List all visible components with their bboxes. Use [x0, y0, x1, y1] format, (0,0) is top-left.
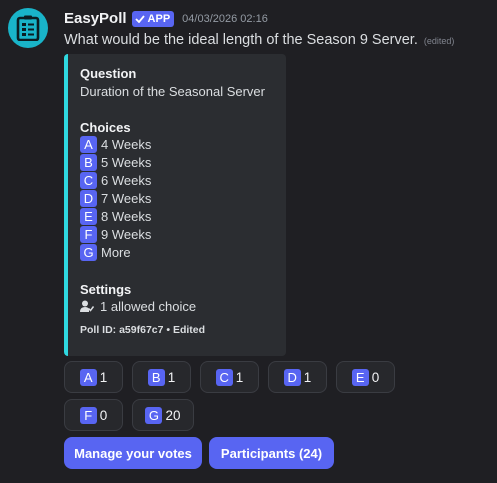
- vote-button-f[interactable]: F0: [64, 399, 123, 431]
- setting-label: 1 allowed choice: [100, 299, 197, 314]
- question-title: Question: [80, 66, 137, 81]
- choice-item: C 6 Weeks: [80, 172, 151, 189]
- choice-letter: G: [80, 244, 97, 261]
- poll-clipboard-icon: [16, 15, 40, 41]
- choices-title: Choices: [80, 120, 131, 135]
- choice-letter: F: [80, 226, 97, 243]
- vote-letter: A: [79, 368, 97, 386]
- vote-button-a[interactable]: A1: [64, 361, 123, 393]
- choice-label: 6 Weeks: [101, 173, 152, 188]
- vote-count: 0: [371, 369, 380, 385]
- vote-letter: F: [79, 406, 97, 424]
- vote-button-c[interactable]: C1: [200, 361, 259, 393]
- vote-button-b[interactable]: B1: [132, 361, 191, 393]
- edited-label: (edited): [423, 36, 455, 46]
- setting-allowed-choices: 1 allowed choice: [80, 299, 196, 314]
- choice-letter: A: [80, 136, 97, 153]
- message-text: What would be the ideal length of the Se…: [64, 32, 494, 48]
- vote-count: 1: [99, 369, 108, 385]
- manage-votes-button[interactable]: Manage your votes: [64, 437, 202, 469]
- choice-item: G More: [80, 244, 131, 261]
- checkmark-icon: [134, 14, 145, 23]
- choice-label: 9 Weeks: [101, 227, 152, 242]
- choice-letter: B: [80, 154, 97, 171]
- vote-letter: D: [283, 368, 301, 386]
- choice-letter: D: [80, 190, 97, 207]
- vote-count: 1: [235, 369, 244, 385]
- vote-count: 20: [165, 407, 181, 423]
- author-name[interactable]: EasyPoll: [64, 10, 127, 27]
- vote-button-d[interactable]: D1: [268, 361, 327, 393]
- choice-label: 4 Weeks: [101, 137, 152, 152]
- choice-letter: E: [80, 208, 97, 225]
- choice-label: 8 Weeks: [101, 209, 152, 224]
- poll-footer: Poll ID: a59f67c7 • Edited: [80, 324, 206, 336]
- vote-count: 1: [167, 369, 176, 385]
- choice-label: 5 Weeks: [101, 155, 152, 170]
- choice-item: B 5 Weeks: [80, 154, 151, 171]
- vote-count: 1: [303, 369, 312, 385]
- choice-label: More: [101, 245, 131, 260]
- vote-letter: B: [147, 368, 165, 386]
- vote-count: 0: [99, 407, 108, 423]
- choice-item: F 9 Weeks: [80, 226, 151, 243]
- choice-item: E 8 Weeks: [80, 208, 151, 225]
- vote-button-e[interactable]: E0: [336, 361, 395, 393]
- choice-item: D 7 Weeks: [80, 190, 151, 207]
- bot-avatar[interactable]: [8, 8, 48, 48]
- vote-button-g[interactable]: G 20: [132, 399, 194, 431]
- badge-label: APP: [147, 12, 171, 25]
- choice-letter: C: [80, 172, 97, 189]
- question-text: Duration of the Seasonal Server: [80, 84, 265, 99]
- message-body: What would be the ideal length of the Se…: [64, 32, 418, 48]
- vote-letter: C: [215, 368, 233, 386]
- poll-embed: Question Duration of the Seasonal Server…: [64, 54, 286, 356]
- app-badge: APP: [131, 10, 175, 27]
- participants-button[interactable]: Participants (24): [209, 437, 334, 469]
- message-header: EasyPoll APP 04/03/2026 02:16: [64, 10, 268, 27]
- choice-label: 7 Weeks: [101, 191, 152, 206]
- timestamp: 04/03/2026 02:16: [182, 12, 268, 25]
- settings-title: Settings: [80, 282, 132, 297]
- vote-letter: E: [351, 368, 369, 386]
- choice-item: A 4 Weeks: [80, 136, 151, 153]
- user-check-icon: [80, 300, 94, 312]
- vote-letter: G: [145, 406, 163, 424]
